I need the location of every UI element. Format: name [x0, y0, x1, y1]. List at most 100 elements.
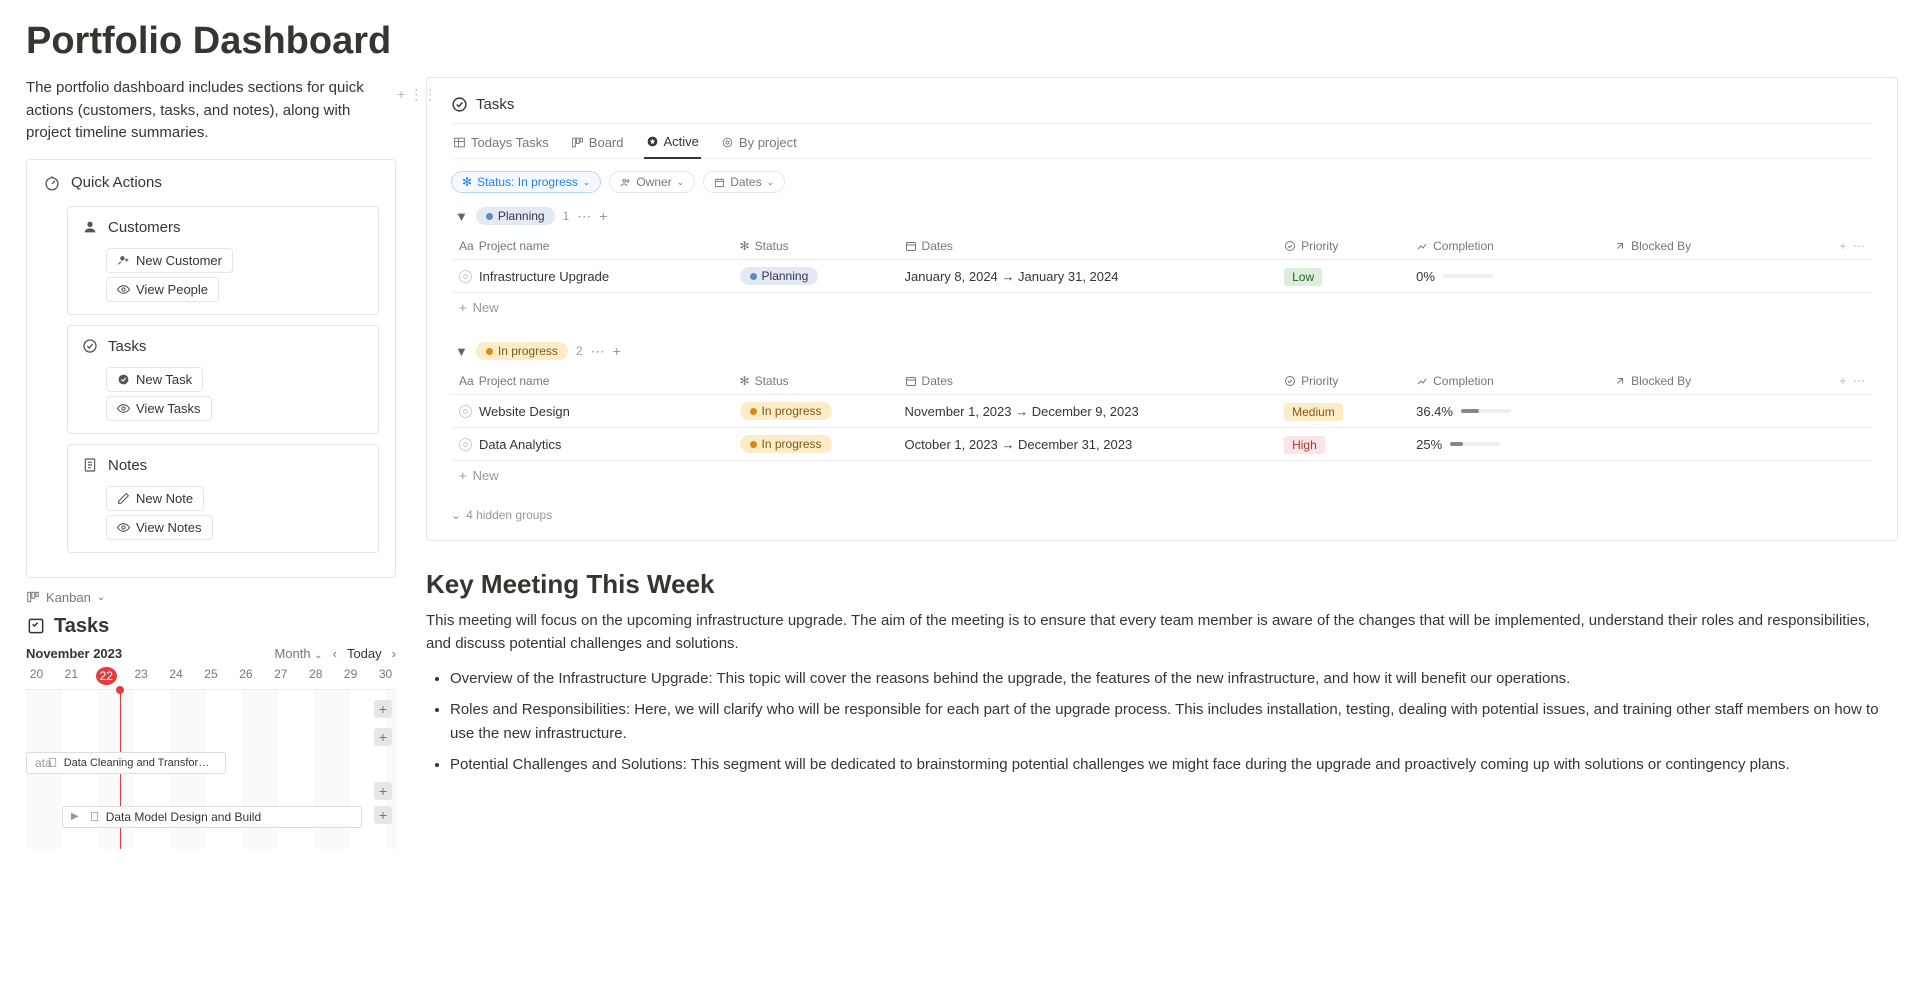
tab-board-label: Board	[589, 135, 624, 150]
column-menu-button[interactable]: ⋯	[1853, 374, 1865, 388]
doc-icon	[47, 757, 58, 768]
view-people-label: View People	[136, 282, 208, 297]
target-icon	[721, 136, 734, 149]
tasks-panel-title: Tasks	[476, 96, 514, 113]
priority-badge: High	[1284, 436, 1325, 454]
note-icon	[82, 457, 98, 473]
timeline-scale-select[interactable]: Month ⌄	[274, 646, 322, 661]
new-row-inprogress[interactable]: +New	[451, 461, 1873, 490]
group-add-button[interactable]: +	[613, 343, 621, 359]
add-column-button[interactable]: +	[1839, 374, 1846, 388]
tab-board[interactable]: Board	[569, 134, 626, 158]
column-menu-button[interactable]: ⋯	[1853, 239, 1865, 253]
new-note-label: New Note	[136, 491, 193, 506]
notes-section: Notes New Note View Notes	[67, 444, 379, 553]
group-planning-header: ▼ Planning 1 ⋯ +	[455, 207, 1873, 225]
task-check-icon	[82, 338, 98, 354]
meeting-bullets: Overview of the Infrastructure Upgrade: …	[426, 667, 1898, 776]
pencil-icon	[117, 492, 130, 505]
col-priority-label: Priority	[1301, 374, 1338, 388]
text-icon: Aa	[459, 239, 474, 253]
plus-icon: +	[459, 300, 467, 315]
add-column-button[interactable]: +	[1839, 239, 1846, 253]
customers-section: Customers New Customer View People	[67, 206, 379, 315]
filter-owner-label: Owner	[636, 175, 671, 189]
col-dates-label: Dates	[922, 374, 953, 388]
new-task-label: New Task	[136, 372, 192, 387]
timeline-add-button-2[interactable]: +	[374, 728, 392, 746]
filter-status[interactable]: ✻ Status: In progress ⌄	[451, 171, 601, 193]
calendar-icon	[714, 177, 725, 188]
new-task-button[interactable]: New Task	[106, 367, 203, 392]
timeline-bar-data-model[interactable]: ▶ Data Model Design and Build	[62, 806, 362, 828]
group-menu-button[interactable]: ⋯	[577, 208, 591, 225]
group-menu-button[interactable]: ⋯	[591, 343, 605, 360]
new-customer-button[interactable]: New Customer	[106, 248, 233, 273]
timeline-prev-button[interactable]: ‹	[333, 646, 337, 661]
chevron-down-icon: ⌄	[97, 592, 105, 603]
add-block-icon[interactable]: +	[397, 86, 405, 103]
tab-active[interactable]: Active	[644, 134, 701, 159]
group-toggle-icon[interactable]: ▼	[455, 209, 468, 224]
timeline-date: 22	[96, 667, 117, 685]
timeline-bar-data-cleaning[interactable]: ata Data Cleaning and Transformation	[26, 752, 226, 774]
table-row[interactable]: Data AnalyticsIn progressOctober 1, 2023…	[451, 428, 1873, 461]
project-name: Data Analytics	[479, 437, 561, 452]
group-inprogress-count: 2	[576, 344, 583, 358]
quick-actions-title: Quick Actions	[71, 174, 162, 191]
priority-badge: Medium	[1284, 403, 1343, 421]
tasks-database-card: + ⋮⋮ Tasks Todays Tasks Board	[426, 77, 1898, 541]
table-row[interactable]: Website DesignIn progressNovember 1, 202…	[451, 395, 1873, 428]
col-completion-label: Completion	[1433, 239, 1494, 253]
group-toggle-icon[interactable]: ▼	[455, 344, 468, 359]
group-add-button[interactable]: +	[599, 208, 607, 224]
eye-icon	[117, 283, 130, 296]
chevron-down-icon: ⌄	[767, 177, 775, 188]
notes-title: Notes	[108, 457, 147, 474]
meeting-bullet: Roles and Responsibilities: Here, we wil…	[450, 698, 1898, 745]
timeline-date: 26	[235, 667, 256, 685]
tab-active-label: Active	[664, 134, 699, 149]
filter-owner[interactable]: Owner ⌄	[609, 171, 695, 193]
view-notes-label: View Notes	[136, 520, 202, 535]
check-circle-icon	[117, 373, 130, 386]
new-note-button[interactable]: New Note	[106, 486, 204, 511]
status-spinner-icon: ✻	[462, 175, 472, 189]
timeline-body[interactable]: + + ata Data Cleaning and Transformation…	[26, 689, 396, 849]
status-tag-planning[interactable]: Planning	[476, 207, 555, 225]
project-name: Website Design	[479, 404, 570, 419]
timeline-date: 21	[61, 667, 82, 685]
timeline-next-button[interactable]: ›	[392, 646, 396, 661]
meeting-intro: This meeting will focus on the upcoming …	[426, 610, 1898, 655]
chevron-down-icon: ⌄	[451, 508, 461, 522]
timeline-date: 28	[305, 667, 326, 685]
view-people-button[interactable]: View People	[106, 277, 219, 302]
timeline-date: 20	[26, 667, 47, 685]
customers-title: Customers	[108, 219, 181, 236]
hidden-groups-toggle[interactable]: ⌄ 4 hidden groups	[451, 508, 1873, 522]
kanban-view-toggle[interactable]: Kanban ⌄	[26, 590, 396, 605]
tab-by-project[interactable]: By project	[719, 134, 799, 158]
filter-dates[interactable]: Dates ⌄	[703, 171, 785, 193]
view-tasks-button[interactable]: View Tasks	[106, 396, 212, 421]
view-notes-button[interactable]: View Notes	[106, 515, 213, 540]
group-inprogress-header: ▼ In progress 2 ⋯ +	[455, 342, 1873, 360]
tab-todays-tasks[interactable]: Todays Tasks	[451, 134, 551, 158]
timeline-add-button-3[interactable]: +	[374, 782, 392, 800]
page-description: The portfolio dashboard includes section…	[26, 77, 386, 145]
timeline-date: 27	[270, 667, 291, 685]
timeline-date: 30	[375, 667, 396, 685]
left-tasks-title: Tasks	[54, 615, 109, 638]
planning-table: AaProject name ✻Status Dates Priority Co…	[451, 233, 1873, 293]
drag-handle-icon[interactable]: ⋮⋮	[409, 86, 437, 103]
rollup-icon	[1416, 375, 1428, 387]
timeline-add-button-4[interactable]: +	[374, 806, 392, 824]
timeline-today-button[interactable]: Today	[347, 646, 382, 661]
dates-cell: October 1, 2023 → December 31, 2023	[897, 428, 1277, 461]
table-row[interactable]: Infrastructure UpgradePlanningJanuary 8,…	[451, 260, 1873, 293]
new-row-planning[interactable]: +New	[451, 293, 1873, 322]
star-icon	[646, 135, 659, 148]
status-tag-inprogress[interactable]: In progress	[476, 342, 568, 360]
text-icon: Aa	[459, 374, 474, 388]
timeline-add-button-1[interactable]: +	[374, 700, 392, 718]
